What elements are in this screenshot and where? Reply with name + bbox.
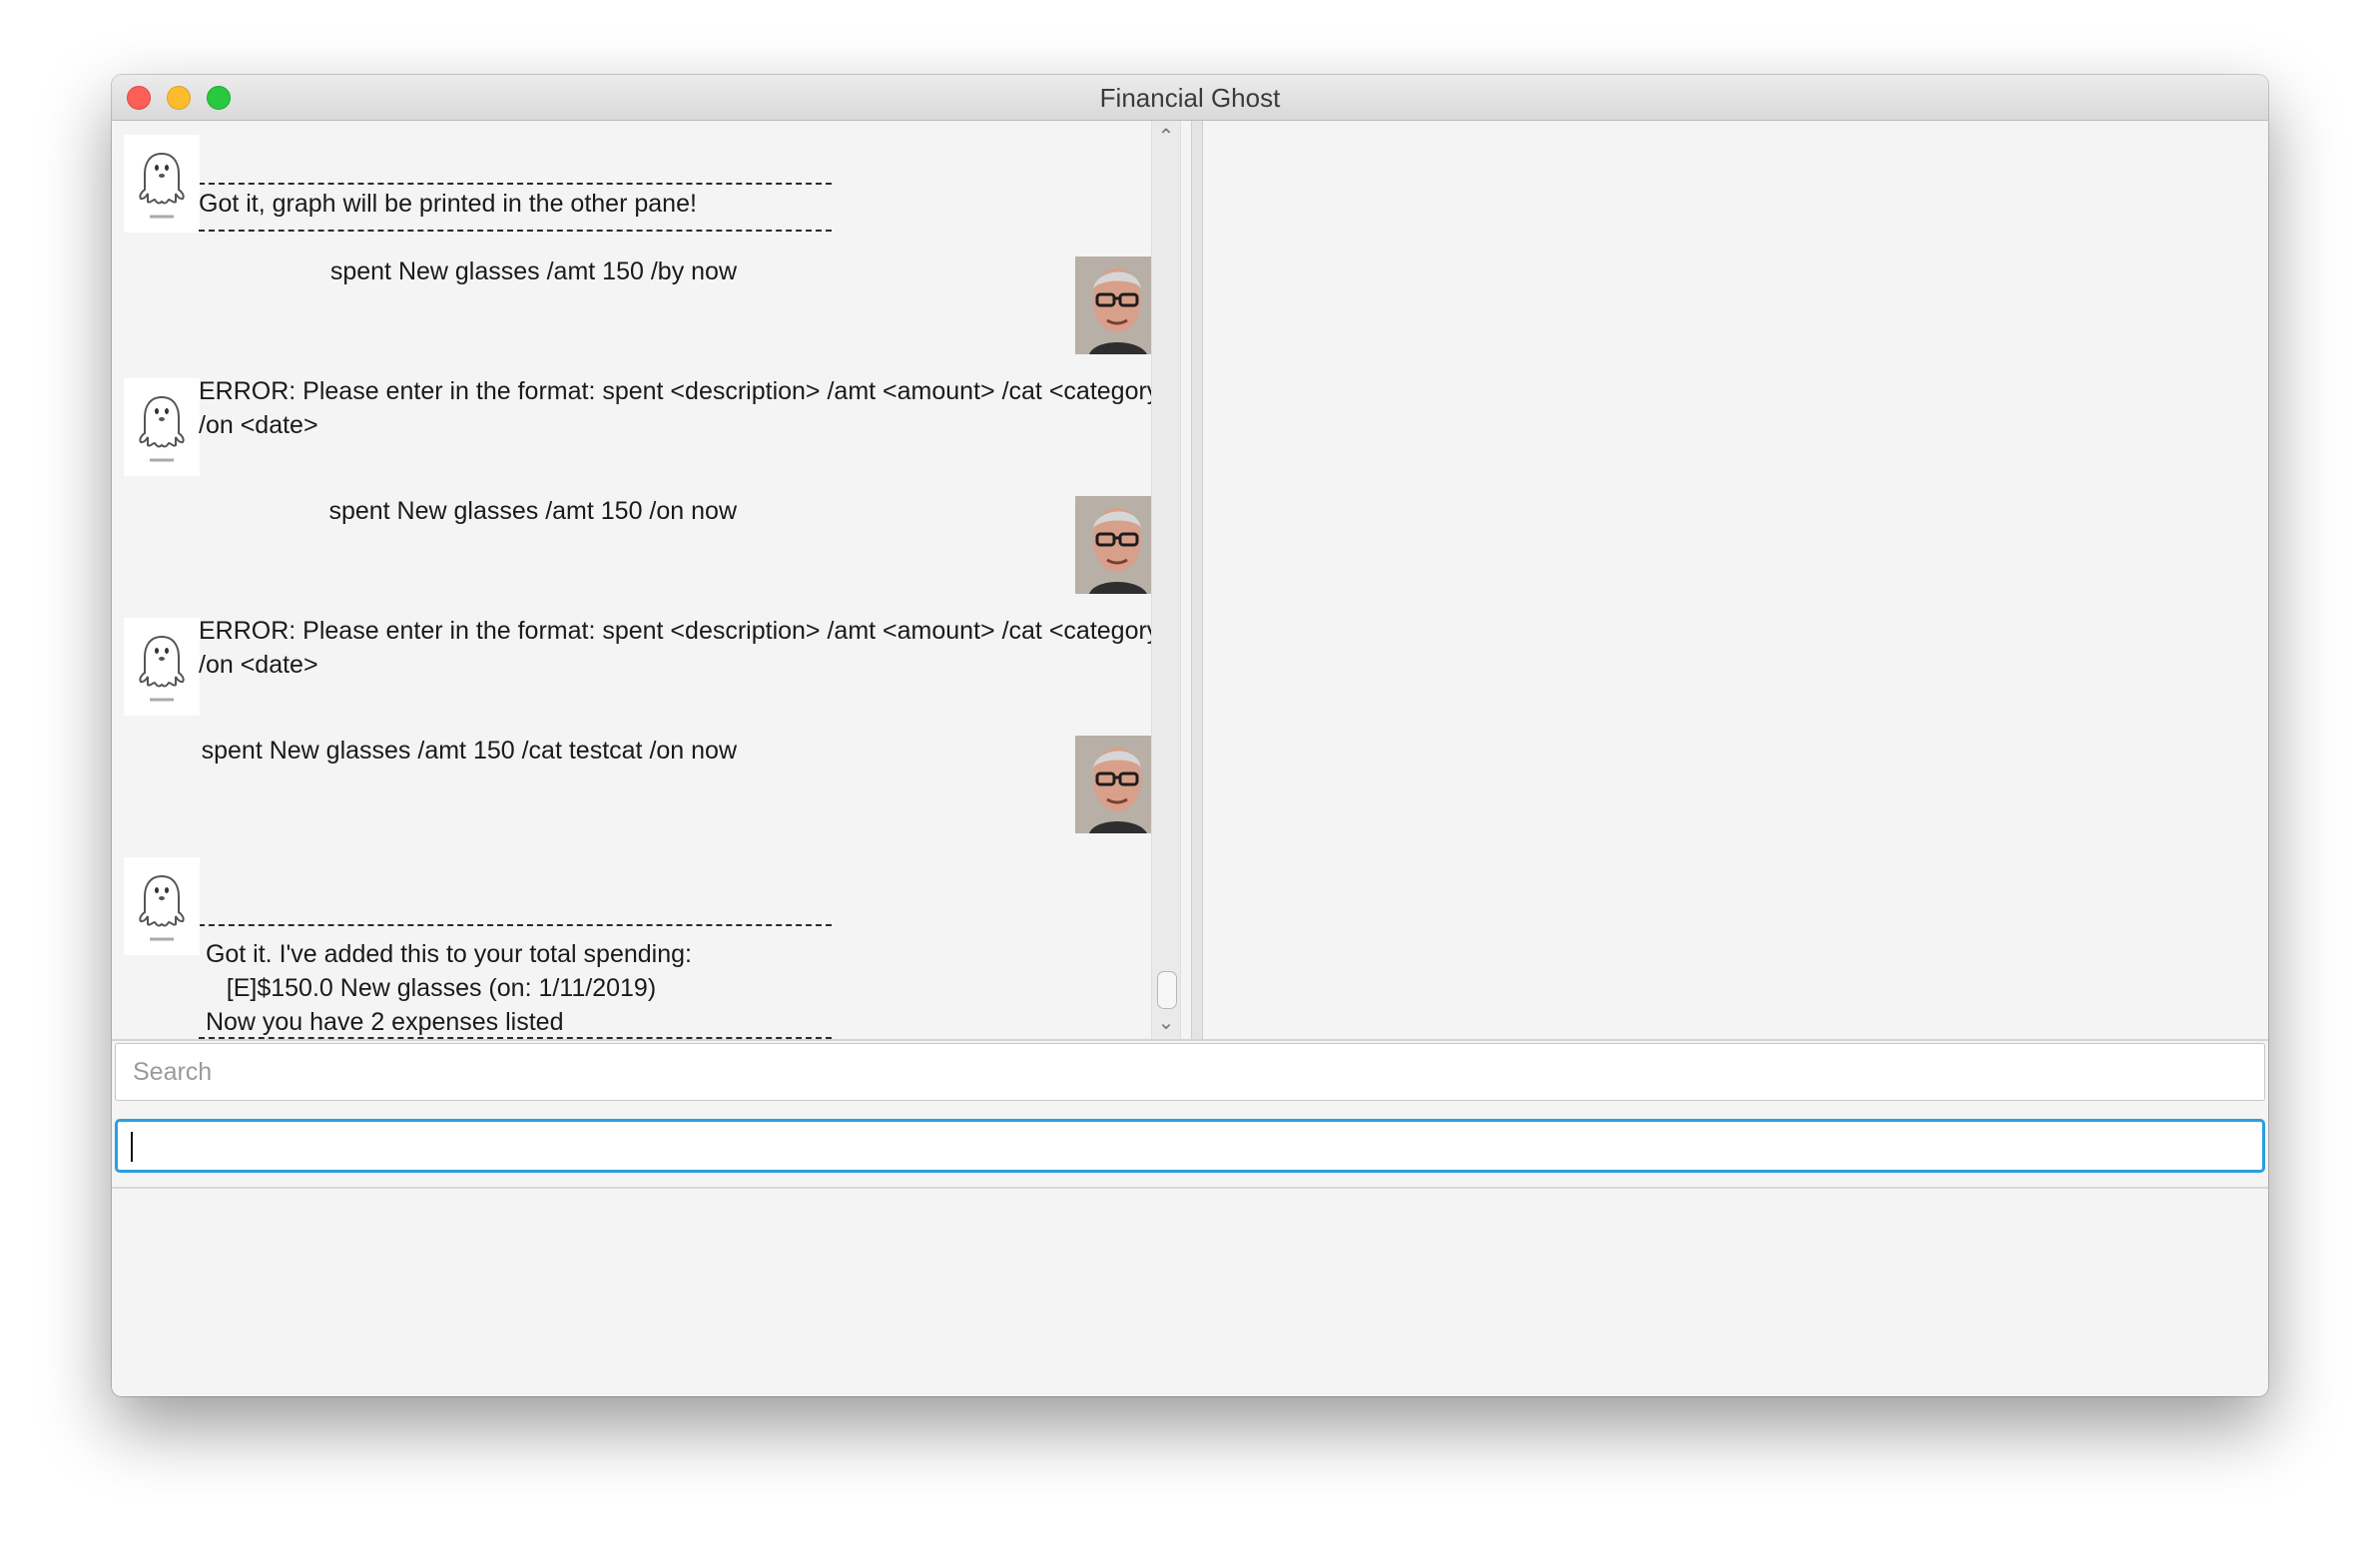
ghost-icon xyxy=(139,874,185,941)
search-input[interactable]: Search xyxy=(115,1043,2265,1101)
user-message: spent New glasses /amt 150 /on now xyxy=(328,497,737,525)
window-title: Financial Ghost xyxy=(1099,83,1281,113)
bot-message: /on <date> xyxy=(199,651,318,679)
bot-avatar xyxy=(124,618,200,716)
split-pane-divider[interactable] xyxy=(1191,121,1203,1039)
lower-panel xyxy=(112,1189,2268,1396)
separator-line xyxy=(199,230,832,232)
pane-bottom-border xyxy=(112,1039,2268,1041)
user-avatar xyxy=(1075,257,1151,354)
user-photo xyxy=(1075,736,1151,833)
bot-avatar xyxy=(124,135,200,233)
chevron-up-icon[interactable]: ⌃ xyxy=(1152,123,1180,151)
bot-message: Got it. I've added this to your total sp… xyxy=(199,940,692,968)
user-photo xyxy=(1075,257,1151,354)
bot-avatar xyxy=(124,378,200,476)
chevron-down-icon[interactable]: ⌄ xyxy=(1152,1009,1180,1037)
separator-line xyxy=(199,924,832,926)
scroll-thumb[interactable] xyxy=(1157,971,1177,1009)
user-message: spent New glasses /amt 150 /by now xyxy=(329,258,737,285)
bot-message: /on <date> xyxy=(199,411,318,439)
separator-line xyxy=(199,183,832,185)
ghost-icon xyxy=(139,152,185,219)
app-window: Financial Ghost Got it, graph will be pr… xyxy=(112,75,2268,1396)
chat-scrollbar[interactable]: ⌃ ⌄ xyxy=(1151,121,1181,1039)
ghost-icon xyxy=(139,395,185,462)
bot-avatar xyxy=(124,857,200,955)
bot-message: Got it, graph will be printed in the oth… xyxy=(199,190,697,218)
bot-message: ERROR: Please enter in the format: spent… xyxy=(199,377,1174,405)
bot-message: Now you have 2 expenses listed xyxy=(199,1008,564,1036)
user-photo xyxy=(1075,496,1151,594)
user-avatar xyxy=(1075,496,1151,594)
user-message: spent New glasses /amt 150 /cat testcat … xyxy=(201,737,737,765)
graph-pane xyxy=(1203,121,2268,1039)
bot-message: [E]$150.0 New glasses (on: 1/11/2019) xyxy=(199,974,657,1002)
chat-pane[interactable]: Got it, graph will be printed in the oth… xyxy=(112,121,1191,1039)
title-bar: Financial Ghost xyxy=(112,75,2268,121)
ghost-icon xyxy=(139,635,185,702)
command-input[interactable] xyxy=(115,1119,2265,1173)
text-caret xyxy=(131,1132,133,1162)
bot-message: ERROR: Please enter in the format: spent… xyxy=(199,617,1174,645)
user-avatar xyxy=(1075,736,1151,833)
